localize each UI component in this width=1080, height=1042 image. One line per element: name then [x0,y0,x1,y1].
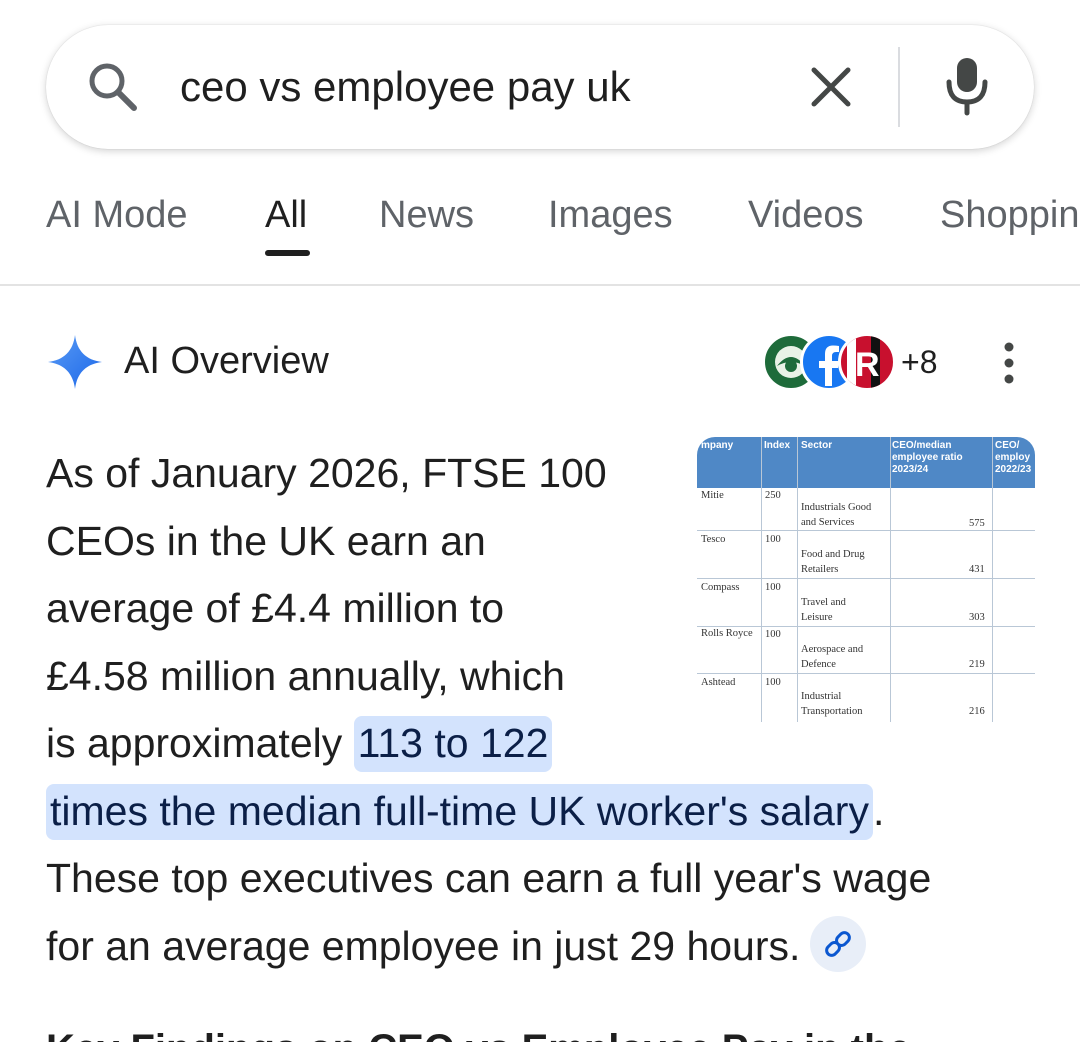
table-cell: 100 [765,582,781,593]
table-cell: Retailers [801,564,839,575]
section-heading: Key Findings on CEO vs Employee Pay in t… [46,1026,911,1042]
table-cell: 250 [765,490,781,501]
table-cell: Rolls Royce [701,628,753,639]
table-cell: and Services [801,517,855,528]
table-cell: 575 [969,518,985,529]
tab-images[interactable]: Images [548,192,673,238]
table-header-cell: Index [764,440,791,451]
table-cell: Compass [701,582,740,593]
table-cell: Transportation [801,706,863,717]
overview-line: These top executives can earn a full yea… [46,855,932,901]
table-cell: Mitie [701,490,724,501]
table-cell: Travel and [801,597,846,608]
table-cell: Defence [801,659,836,670]
table-cell: 219 [969,659,985,670]
highlighted-answer[interactable]: 113 to 122 [353,716,553,772]
table-cell: 431 [969,564,985,575]
source-image-thumbnail[interactable]: mpany Index Sector CEO/median employee r… [697,437,1035,722]
table-header-cell: Sector [801,440,833,451]
active-tab-indicator [265,250,310,256]
more-sources-count[interactable]: +8 [901,343,937,381]
table-cell: Food and Drug [801,549,865,560]
overview-text-span: . [872,787,885,834]
table-cell: Industrial [801,691,842,702]
more-options-icon[interactable] [995,340,1023,386]
table-cell: 303 [969,612,985,623]
gemini-sparkle-icon [48,335,102,389]
table-cell: 100 [765,629,781,640]
table-cell: Industrials Good [801,502,872,513]
overview-text-span: for an average employee in just 29 hours… [46,922,801,969]
search-tabs: AI Mode All News Images Videos Shoppin [0,180,1080,260]
close-icon[interactable] [808,64,854,110]
source-link-button[interactable] [810,915,867,972]
ai-overview-title: AI Overview [124,340,329,382]
search-input[interactable]: ceo vs employee pay uk [180,62,631,112]
overview-line: times the median full-time UK worker's s… [46,778,1036,846]
tab-videos[interactable]: Videos [748,192,864,238]
tab-news[interactable]: News [379,192,474,238]
search-bar-divider [898,47,900,127]
table-header-cell: CEO/ employ 2022/23 [995,440,1032,475]
tab-all[interactable]: All [265,192,307,238]
highlighted-answer[interactable]: times the median full-time UK worker's s… [46,783,873,840]
tab-shopping[interactable]: Shoppin [940,192,1079,238]
overview-text-span: is approximately [46,720,354,766]
search-icon[interactable] [86,60,140,114]
table-header-cell: CEO/median employee ratio 2023/24 [892,440,963,475]
table-cell: 216 [969,706,985,717]
link-icon [825,930,852,957]
tab-ai-mode[interactable]: AI Mode [46,192,188,238]
table-cell: Tesco [701,534,726,545]
table-cell: Leisure [801,612,833,623]
tabs-divider [0,284,1080,286]
microphone-icon[interactable] [944,56,990,116]
table-cell: 100 [765,534,781,545]
table-cell: 100 [765,677,781,688]
overview-line: for an average employee in just 29 hours… [46,913,1036,981]
table-cell: Ashtead [701,677,736,688]
svg-text:R: R [855,346,880,384]
table-cell: Aerospace and [801,644,864,655]
source-favicons[interactable]: R [762,333,896,391]
source-favicon-3[interactable]: R [838,333,896,391]
search-results-page: ceo vs employee pay uk AI Mode All News … [0,0,1080,1042]
table-header-cell: mpany [701,440,734,451]
